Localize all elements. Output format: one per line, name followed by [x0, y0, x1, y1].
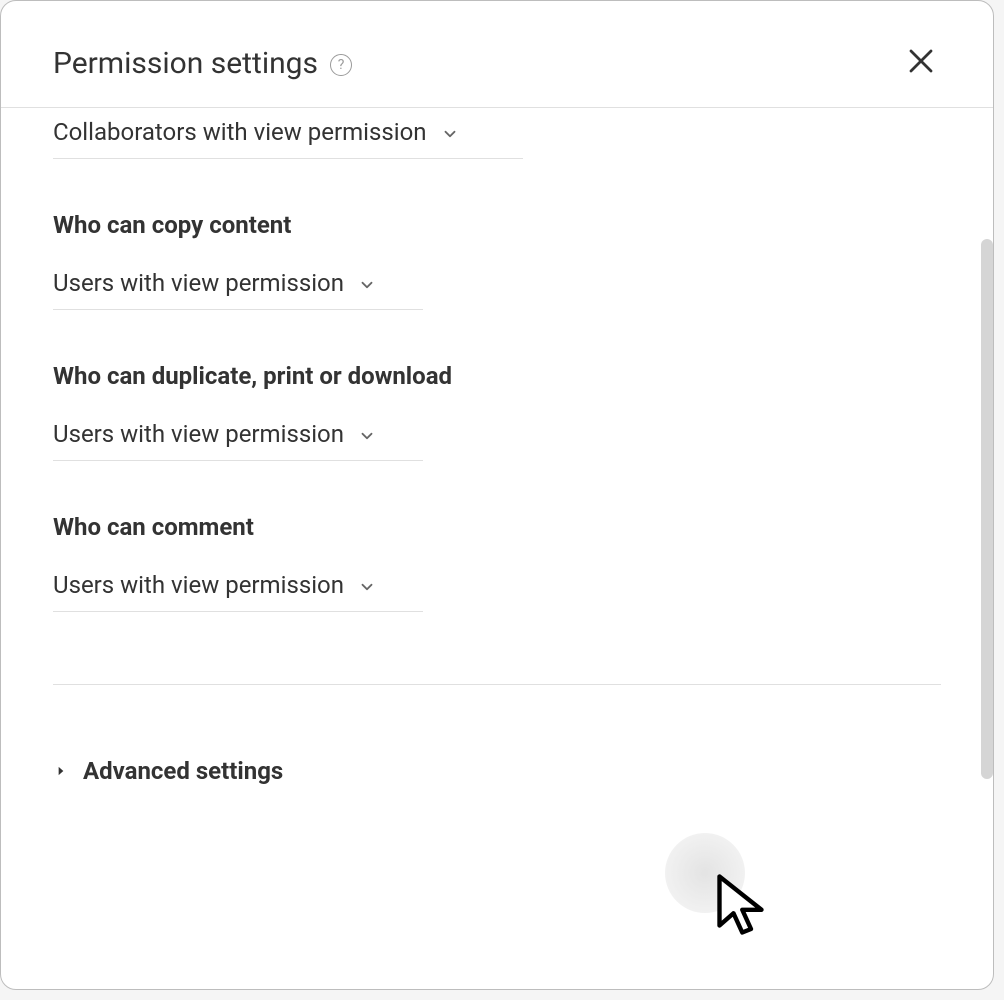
duplicate-print-download-dropdown[interactable]: Users with view permission [53, 420, 423, 461]
copy-content-section: Who can copy content Users with view per… [53, 211, 941, 310]
section-title: Who can comment [53, 513, 941, 541]
scrollbar-thumb[interactable] [981, 239, 993, 779]
close-button[interactable] [901, 43, 941, 83]
help-icon[interactable] [330, 54, 352, 76]
chevron-down-icon [441, 125, 459, 143]
comment-section: Who can comment Users with view permissi… [53, 513, 941, 612]
advanced-settings-toggle[interactable]: Advanced settings [53, 757, 941, 785]
dropdown-value: Users with view permission [53, 269, 344, 297]
modal-title-wrap: Permission settings [53, 46, 352, 81]
divider [53, 684, 941, 685]
chevron-down-icon [358, 276, 376, 294]
advanced-settings-label: Advanced settings [83, 757, 283, 785]
modal-body: Collaborators with view permission Who c… [1, 108, 993, 989]
chevron-right-icon [53, 763, 69, 779]
section-title: Who can duplicate, print or download [53, 362, 941, 390]
duplicate-print-download-section: Who can duplicate, print or download Use… [53, 362, 941, 461]
dropdown-value: Users with view permission [53, 571, 344, 599]
modal-header: Permission settings [1, 1, 993, 108]
modal-title: Permission settings [53, 46, 318, 81]
permission-settings-modal: Permission settings Collaborators with v… [0, 0, 994, 990]
comment-dropdown[interactable]: Users with view permission [53, 571, 423, 612]
dropdown-value: Users with view permission [53, 420, 344, 448]
close-icon [906, 46, 936, 80]
chevron-down-icon [358, 427, 376, 445]
collaborators-view-dropdown[interactable]: Collaborators with view permission [53, 118, 523, 159]
section-title: Who can copy content [53, 211, 941, 239]
chevron-down-icon [358, 578, 376, 596]
dropdown-value: Collaborators with view permission [53, 118, 427, 146]
copy-content-dropdown[interactable]: Users with view permission [53, 269, 423, 310]
